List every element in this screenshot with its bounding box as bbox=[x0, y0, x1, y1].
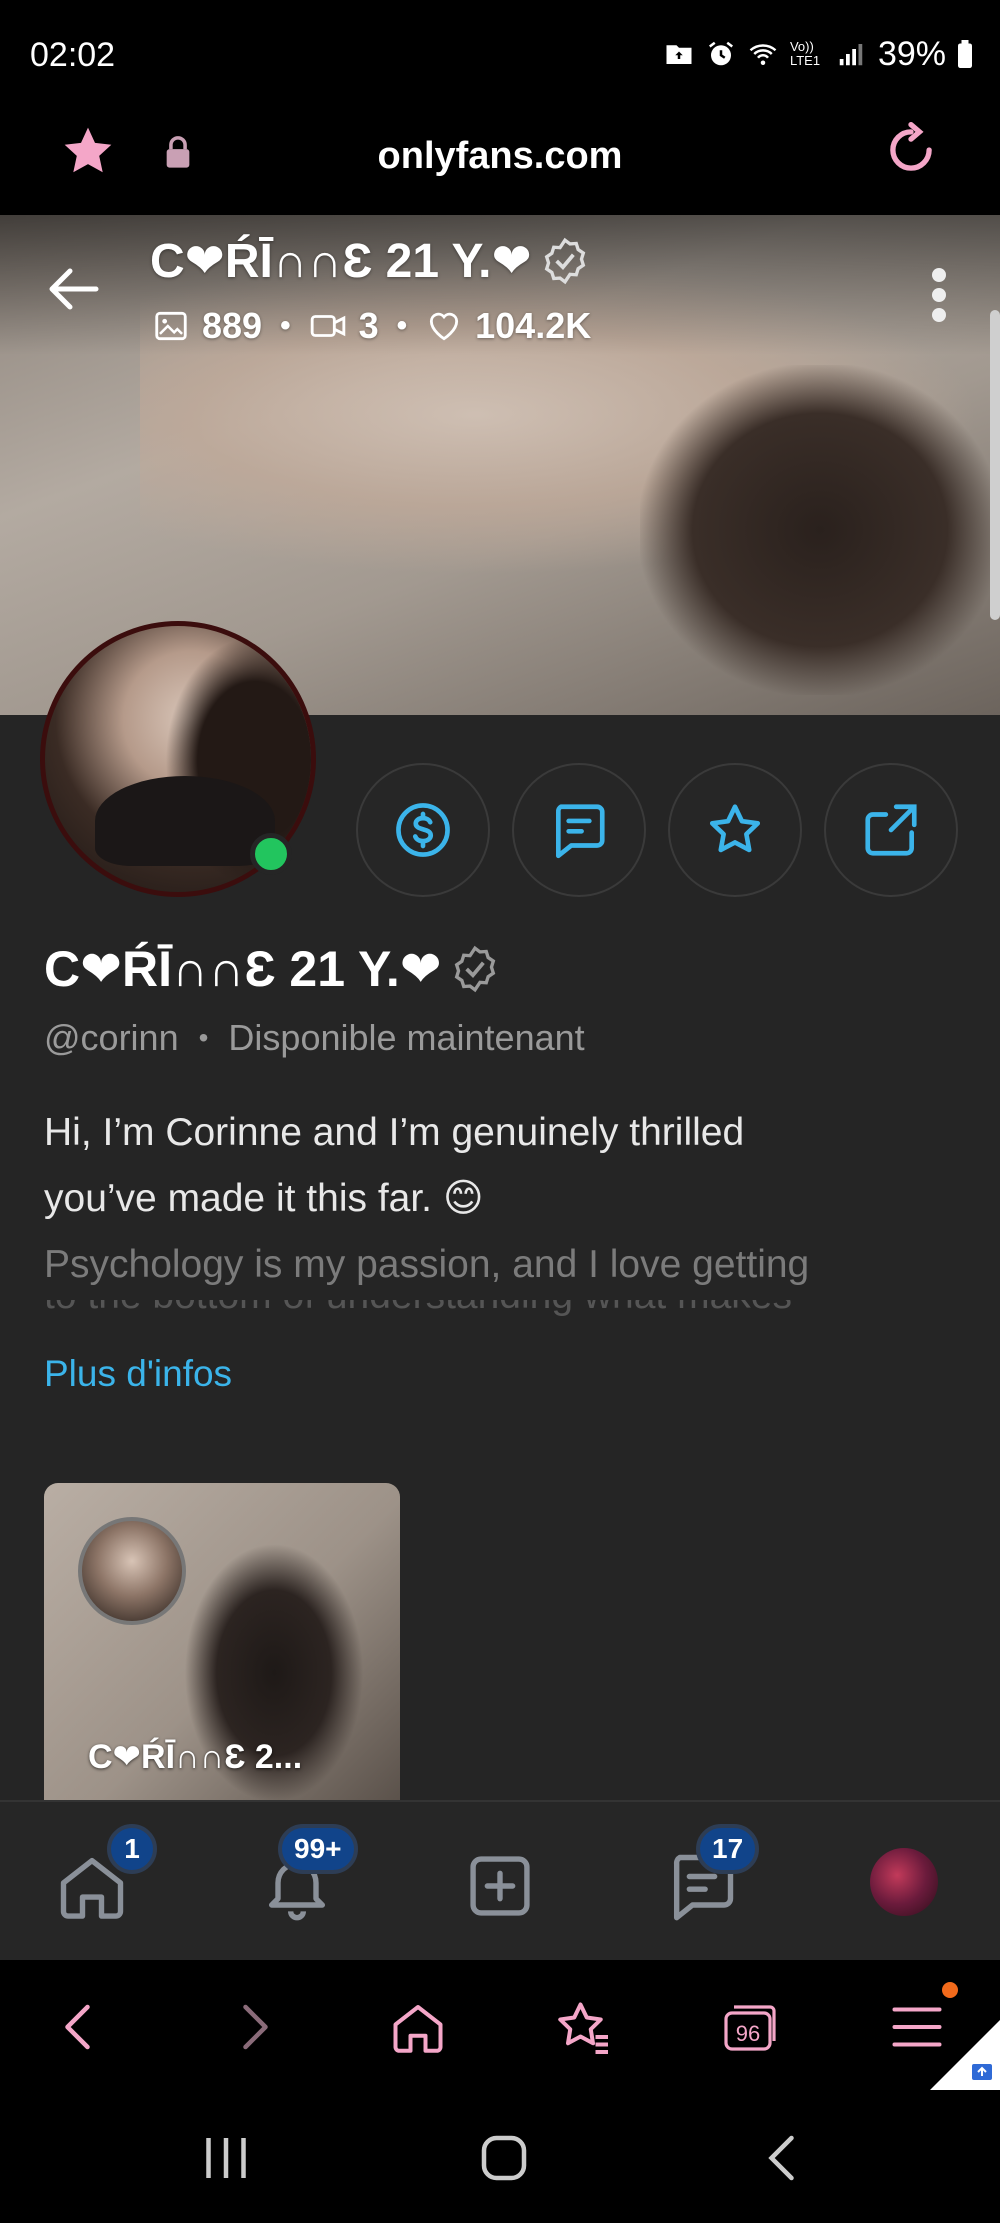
nav-create-post[interactable] bbox=[458, 1844, 542, 1928]
browser-tabs-button[interactable]: 96 bbox=[715, 1992, 785, 2062]
tip-button[interactable] bbox=[356, 763, 490, 897]
video-icon bbox=[310, 315, 345, 337]
home-button-icon[interactable] bbox=[474, 2128, 534, 2188]
availability-status: Disponible maintenant bbox=[228, 1017, 585, 1058]
messages-badge: 17 bbox=[696, 1824, 760, 1874]
handle-line: @corinn • Disponible maintenant bbox=[44, 1017, 585, 1059]
status-bar: 02:02 Vo)) LTE1 39% bbox=[0, 0, 1000, 115]
wifi-icon bbox=[749, 44, 777, 65]
menu-notification-dot bbox=[942, 1982, 958, 1998]
banner-photo-detail bbox=[640, 365, 1000, 695]
verified-badge-icon bbox=[544, 237, 586, 285]
bio-line: you’ve made it this far. 😊 bbox=[44, 1177, 484, 1220]
message-button[interactable] bbox=[512, 763, 646, 897]
browser-back-button[interactable] bbox=[45, 1992, 115, 2062]
banner-name: C❤ŔĪ∩∩Ɛ 21 Y.❤ bbox=[150, 235, 532, 288]
browser-bookmarks-button[interactable] bbox=[548, 1992, 618, 2062]
battery-icon bbox=[958, 40, 972, 68]
photos-count: 889 bbox=[202, 305, 263, 346]
alarm-icon bbox=[708, 41, 733, 66]
bio-line: Hi, I’m Corinne and I’m genuinely thrill… bbox=[44, 1111, 745, 1154]
share-icon bbox=[865, 804, 917, 856]
tabs-icon: 96 bbox=[724, 2005, 776, 2051]
star-icon bbox=[709, 804, 761, 853]
message-icon bbox=[556, 804, 605, 859]
profile-section: C❤ŔĪ∩∩Ɛ 21 Y.❤ @corinn • Disponible main… bbox=[0, 621, 1000, 1803]
signal-icon bbox=[839, 44, 863, 66]
browser-toolbar: 96 bbox=[0, 1960, 1000, 2090]
home-badge: 1 bbox=[107, 1824, 157, 1874]
stat-separator: • bbox=[396, 309, 408, 342]
folder-upload-icon bbox=[666, 45, 692, 64]
online-status-indicator bbox=[250, 833, 292, 875]
bookmark-star-icon bbox=[558, 2002, 608, 2054]
favorite-button[interactable] bbox=[668, 763, 802, 897]
story-card[interactable]: C❤ŔĪ∩∩Ɛ 2... bbox=[44, 1483, 400, 1803]
videos-stat: 3 bbox=[309, 305, 379, 347]
url-text[interactable]: onlyfans.com bbox=[0, 135, 1000, 178]
home-icon bbox=[393, 2005, 443, 2053]
heart-icon bbox=[430, 312, 459, 341]
profile-name: C❤ŔĪ∩∩Ɛ 21 Y.❤ bbox=[44, 940, 500, 998]
separator-dot: • bbox=[198, 1022, 209, 1053]
dollar-icon bbox=[396, 803, 450, 857]
back-arrow-icon[interactable] bbox=[48, 267, 100, 311]
scrollbar-thumb[interactable] bbox=[990, 310, 1000, 620]
system-nav-bar bbox=[0, 2090, 1000, 2223]
stat-separator: • bbox=[280, 309, 291, 342]
display-name: C❤ŔĪ∩∩Ɛ 21 Y.❤ bbox=[44, 941, 442, 997]
image-icon bbox=[155, 311, 187, 341]
nav-profile-avatar[interactable] bbox=[870, 1848, 938, 1916]
share-button[interactable] bbox=[824, 763, 958, 897]
system-back-icon[interactable] bbox=[754, 2128, 814, 2188]
browser-forward-button[interactable] bbox=[218, 1992, 288, 2062]
status-time: 02:02 bbox=[30, 36, 116, 74]
bio-line: to the bottom of understanding what make… bbox=[44, 1300, 944, 1318]
story-name: C❤ŔĪ∩∩Ɛ 2... bbox=[88, 1738, 303, 1776]
battery-percent: 39% bbox=[877, 34, 946, 73]
app-bottom-nav: 1 99+ 17 bbox=[0, 1800, 1000, 1960]
story-avatar bbox=[78, 1517, 186, 1625]
bio-text: Hi, I’m Corinne and I’m genuinely thrill… bbox=[44, 1100, 944, 1298]
likes-count: 104.2K bbox=[475, 305, 592, 346]
more-info-link[interactable]: Plus d'infos bbox=[44, 1353, 232, 1395]
chevron-right-icon bbox=[243, 2004, 268, 2050]
banner-title: C❤ŔĪ∩∩Ɛ 21 Y.❤ bbox=[150, 233, 590, 289]
browser-address-bar: onlyfans.com bbox=[0, 115, 1000, 215]
username: @corinn bbox=[44, 1017, 179, 1058]
verified-badge-icon bbox=[454, 945, 495, 993]
videos-count: 3 bbox=[358, 305, 379, 346]
chevron-left-icon bbox=[65, 2004, 90, 2050]
status-icons: Vo)) LTE1 39% bbox=[664, 34, 972, 74]
banner-stats: 889 • 3 • 104.2K bbox=[152, 305, 591, 347]
avatar-photo-detail bbox=[95, 776, 275, 866]
reload-icon[interactable] bbox=[882, 121, 940, 179]
bio-truncated-line: to the bottom of understanding what make… bbox=[44, 1300, 944, 1320]
add-post-icon bbox=[470, 1856, 530, 1916]
recent-apps-icon[interactable] bbox=[196, 2128, 256, 2188]
bio-line: Psychology is my passion, and I love get… bbox=[44, 1243, 810, 1286]
notifications-badge: 99+ bbox=[278, 1824, 358, 1874]
likes-stat: 104.2K bbox=[425, 305, 591, 347]
photos-stat: 889 bbox=[152, 305, 262, 347]
browser-home-button[interactable] bbox=[383, 1992, 453, 2062]
network-label: Vo)) LTE1 bbox=[789, 39, 821, 68]
more-options-icon[interactable] bbox=[924, 265, 954, 325]
floating-tab-icon[interactable] bbox=[930, 2020, 1000, 2090]
tabs-count: 96 bbox=[736, 2021, 760, 2046]
